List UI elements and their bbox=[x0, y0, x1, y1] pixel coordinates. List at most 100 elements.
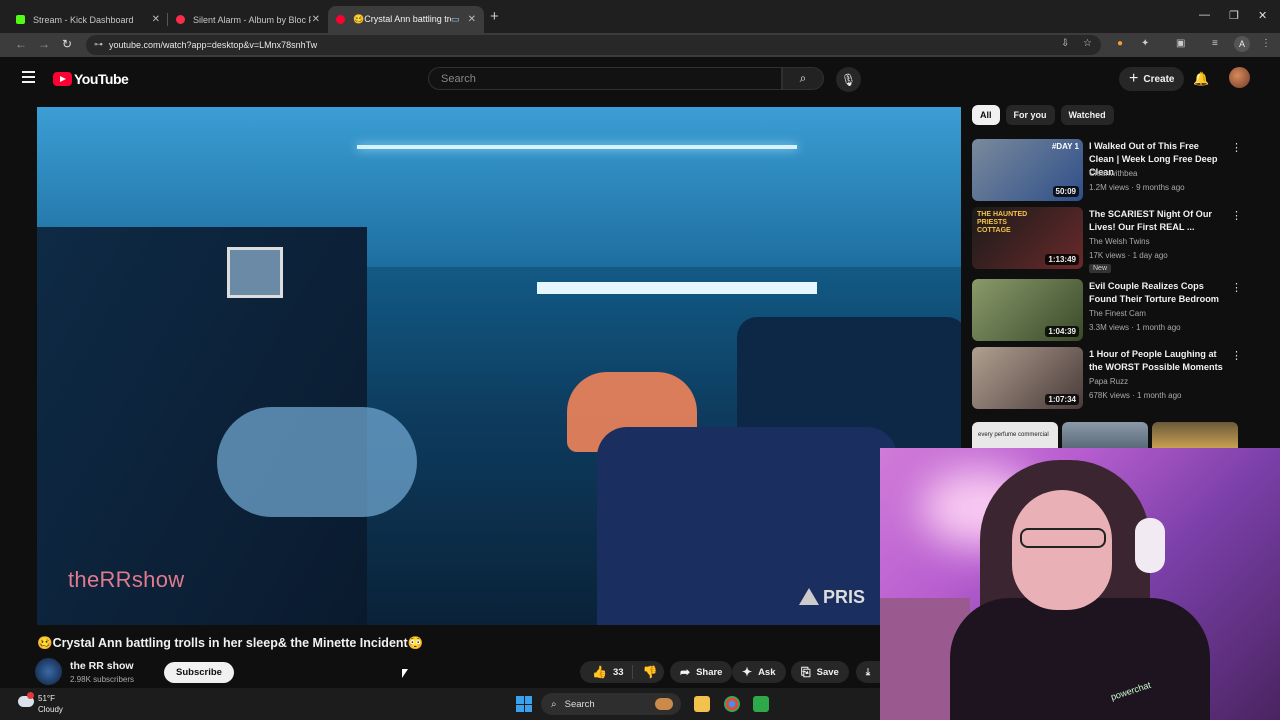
like-button[interactable]: 👍 33 bbox=[580, 665, 633, 679]
restore-icon[interactable]: ❐ bbox=[1229, 9, 1239, 22]
dislike-button[interactable]: 👎 bbox=[633, 665, 668, 679]
youtube-header: YouTube ⌕ 🎙 + Create 🔔 bbox=[0, 57, 1270, 101]
kick-app-icon[interactable] bbox=[753, 696, 769, 712]
notifications-bell-icon[interactable]: 🔔 bbox=[1193, 71, 1209, 87]
more-actions-icon[interactable]: ⋮ bbox=[1231, 141, 1242, 154]
start-button[interactable] bbox=[516, 696, 532, 712]
chip-all[interactable]: All bbox=[972, 105, 1000, 125]
tab-search-icon[interactable]: ▣ bbox=[1176, 38, 1185, 49]
channel-watermark: theRRshow bbox=[68, 567, 185, 592]
shorts-thumbnail[interactable] bbox=[1152, 422, 1238, 448]
download-button[interactable]: ⤓ bbox=[856, 661, 880, 683]
media-controls-icon[interactable]: ≡ bbox=[1212, 38, 1218, 49]
subscriber-count: 2.98K subscribers bbox=[70, 675, 135, 684]
browser-toolbar: ← → ↻ ⊶ youtube.com/watch?app=desktop&v=… bbox=[0, 33, 1280, 57]
browser-menu-icon[interactable]: ⋮ bbox=[1261, 38, 1271, 49]
temperature[interactable]: 51°F bbox=[38, 694, 55, 703]
video-thumbnail[interactable]: 1:07:34 bbox=[972, 347, 1083, 409]
install-app-icon[interactable]: ⇩ bbox=[1061, 38, 1069, 49]
video-duration: 1:13:49 bbox=[1045, 254, 1079, 265]
weather-alert-badge bbox=[27, 692, 34, 699]
chrome-icon[interactable] bbox=[724, 696, 740, 712]
video-thumbnail[interactable]: #DAY 1 50:09 bbox=[972, 139, 1083, 201]
profile-avatar[interactable]: A bbox=[1234, 36, 1250, 52]
recommendation-item[interactable]: #DAY 1 50:09 I Walked Out of This Free C… bbox=[972, 139, 1242, 203]
recommendation-meta: 678K views · 1 month ago bbox=[1089, 391, 1182, 400]
save-label: Save bbox=[816, 666, 839, 678]
weather-condition[interactable]: Cloudy bbox=[38, 705, 63, 714]
bookmark-star-icon[interactable]: ☆ bbox=[1083, 38, 1092, 49]
tab-youtube-active[interactable]: 🥴Crystal Ann battling trol ▭ ✕ bbox=[328, 6, 484, 33]
account-avatar[interactable] bbox=[1229, 67, 1250, 88]
recommendation-item[interactable]: 1:07:34 1 Hour of People Laughing at the… bbox=[972, 347, 1242, 411]
channel-name[interactable]: the RR show bbox=[70, 660, 134, 672]
chip-for-you[interactable]: For you bbox=[1005, 105, 1055, 125]
tab-media-icon[interactable]: ▭ bbox=[451, 14, 460, 25]
tab-kick-dashboard[interactable]: Stream - Kick Dashboard ✕ bbox=[8, 6, 168, 33]
file-explorer-icon[interactable] bbox=[694, 696, 710, 712]
site-info-icon[interactable]: ⊶ bbox=[94, 39, 103, 50]
close-tab-icon[interactable]: ✕ bbox=[152, 14, 160, 25]
video-player[interactable]: theRRshow PRIS bbox=[37, 107, 961, 625]
search-icon: ⌕ bbox=[799, 71, 807, 85]
back-icon[interactable]: ← bbox=[15, 37, 27, 51]
chip-watched[interactable]: Watched bbox=[1060, 105, 1114, 125]
shorts-thumbnail[interactable] bbox=[1062, 422, 1148, 448]
reload-icon[interactable]: ↻ bbox=[62, 37, 72, 51]
extensions-puzzle-icon[interactable]: ✦ bbox=[1141, 38, 1149, 49]
voice-search-button[interactable]: 🎙 bbox=[836, 67, 861, 92]
youtube-play-icon bbox=[53, 72, 72, 86]
recommendation-title[interactable]: The SCARIEST Night Of Our Lives! Our Fir… bbox=[1089, 208, 1224, 234]
subscribe-button[interactable]: Subscribe bbox=[164, 662, 234, 683]
extension-icon[interactable]: ● bbox=[1117, 38, 1123, 49]
video-frame-bunk bbox=[537, 282, 817, 294]
recommendation-channel[interactable]: The Welsh Twins bbox=[1089, 237, 1150, 246]
recommendation-title[interactable]: 1 Hour of People Laughing at the WORST P… bbox=[1089, 348, 1224, 374]
close-tab-icon[interactable]: ✕ bbox=[312, 14, 320, 25]
video-duration: 1:04:39 bbox=[1045, 326, 1079, 337]
microphone-icon: 🎙 bbox=[840, 72, 857, 87]
new-tab-icon[interactable]: + bbox=[490, 8, 499, 25]
tab-title: 🥴Crystal Ann battling trol bbox=[353, 14, 451, 24]
address-bar[interactable]: ⊶ youtube.com/watch?app=desktop&v=LMnx78… bbox=[86, 35, 1101, 55]
recommendation-item[interactable]: THE HAUNTED PRIESTS COTTAGE 1:13:49 The … bbox=[972, 207, 1242, 273]
webcam-glasses bbox=[1020, 528, 1106, 548]
recommendation-item[interactable]: 1:04:39 Evil Couple Realizes Cops Found … bbox=[972, 279, 1242, 343]
share-button[interactable]: ➦ Share bbox=[670, 661, 733, 683]
more-actions-icon[interactable]: ⋮ bbox=[1231, 209, 1242, 222]
close-tab-icon[interactable]: ✕ bbox=[468, 14, 476, 25]
recommendation-channel[interactable]: Cleanwithbea bbox=[1089, 169, 1137, 178]
music-favicon-icon bbox=[176, 15, 185, 24]
shorts-thumbnail[interactable]: every perfume commercial bbox=[972, 422, 1058, 448]
minimize-icon[interactable]: — bbox=[1199, 9, 1210, 21]
youtube-favicon-icon bbox=[336, 15, 345, 24]
video-thumbnail[interactable]: THE HAUNTED PRIESTS COTTAGE 1:13:49 bbox=[972, 207, 1083, 269]
tab-silent-alarm[interactable]: Silent Alarm - Album by Bloc Pa ✕ bbox=[168, 6, 328, 33]
recommendation-channel[interactable]: The Finest Cam bbox=[1089, 309, 1146, 318]
mouse-cursor-icon bbox=[402, 669, 408, 678]
taskbar-search[interactable]: ⌕ Search bbox=[541, 693, 681, 715]
ask-button[interactable]: ✦ Ask bbox=[732, 661, 786, 683]
recommendation-channel[interactable]: Papa Ruzz bbox=[1089, 377, 1128, 386]
save-button[interactable]: ⎘ Save bbox=[791, 661, 849, 683]
video-thumbnail[interactable]: 1:04:39 bbox=[972, 279, 1083, 341]
video-frame-window bbox=[227, 247, 283, 298]
close-window-icon[interactable]: ✕ bbox=[1258, 9, 1267, 22]
like-count: 33 bbox=[612, 666, 624, 678]
more-actions-icon[interactable]: ⋮ bbox=[1231, 281, 1242, 294]
ask-label: Ask bbox=[758, 666, 776, 678]
youtube-logo[interactable]: YouTube bbox=[53, 71, 129, 87]
webcam-body bbox=[950, 598, 1210, 720]
forward-icon[interactable]: → bbox=[38, 37, 50, 51]
thumbnail-label: #DAY 1 bbox=[1051, 142, 1079, 151]
youtube-wordmark: YouTube bbox=[74, 71, 129, 87]
more-actions-icon[interactable]: ⋮ bbox=[1231, 349, 1242, 362]
thumbnail-label: THE HAUNTED PRIESTS COTTAGE bbox=[977, 211, 1028, 234]
create-button[interactable]: + Create bbox=[1119, 67, 1185, 91]
search-input[interactable] bbox=[439, 72, 763, 86]
search-button[interactable]: ⌕ bbox=[782, 67, 824, 90]
search-icon: ⌕ bbox=[551, 698, 557, 710]
channel-avatar[interactable] bbox=[35, 658, 62, 685]
hamburger-menu-icon[interactable] bbox=[22, 71, 35, 83]
recommendation-title[interactable]: Evil Couple Realizes Cops Found Their To… bbox=[1089, 280, 1224, 306]
